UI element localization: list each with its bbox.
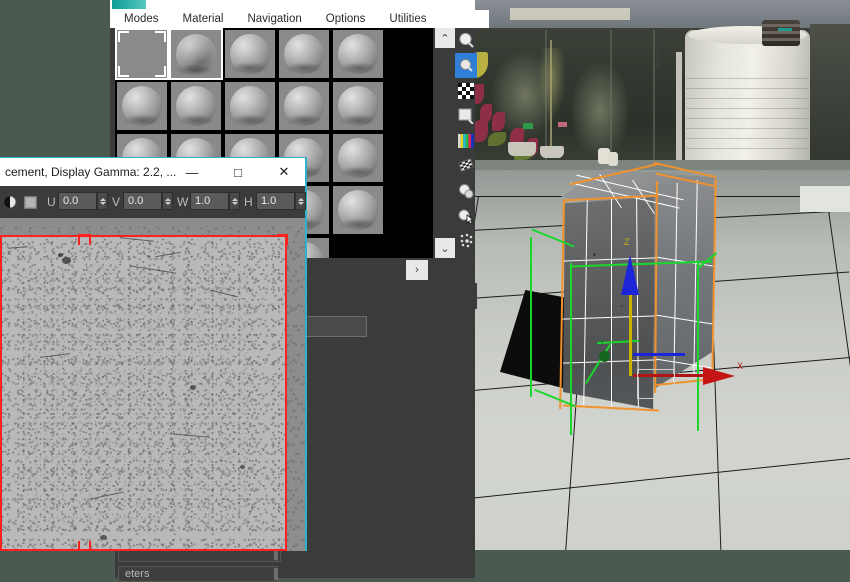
material-editor-tab[interactable] xyxy=(112,0,146,9)
background-checker-icon[interactable] xyxy=(455,78,477,103)
backlight-icon[interactable] xyxy=(455,53,477,78)
u-input[interactable]: 0.0 xyxy=(58,192,97,210)
material-slot[interactable] xyxy=(171,82,221,130)
menu-options[interactable]: Options xyxy=(326,11,366,27)
pink-item xyxy=(558,122,567,127)
gizmo-center-square[interactable] xyxy=(637,369,675,399)
h-spinner[interactable] xyxy=(295,192,306,210)
background-photo-right-wall xyxy=(810,24,850,170)
sample-uv-tiling-icon[interactable] xyxy=(455,103,477,128)
menu-utilities[interactable]: Utilities xyxy=(389,11,426,27)
bitmap-viewer-toolbar[interactable]: U 0.0 V 0.0 W 1.0 H 1.0 xyxy=(0,186,305,218)
scroll-right-button[interactable]: › xyxy=(406,260,428,280)
u-spinner[interactable] xyxy=(97,192,108,210)
uvw-gizmo-edge[interactable] xyxy=(697,263,699,431)
green-hose xyxy=(778,28,792,31)
material-slot[interactable] xyxy=(279,30,329,78)
bitmap-viewer-title: cement, Display Gamma: 2.2, ... xyxy=(5,165,176,179)
h-label: H xyxy=(244,195,253,209)
h-input[interactable]: 1.0 xyxy=(256,192,295,210)
toolbar-separator xyxy=(0,218,305,226)
material-slot[interactable] xyxy=(169,28,223,80)
bitmap-viewer-window[interactable]: cement, Display Gamma: 2.2, ... — □ ✕ U … xyxy=(0,157,307,551)
plant-flower xyxy=(492,112,505,131)
material-editor-side-toolbar[interactable] xyxy=(455,28,475,258)
minimize-button[interactable]: — xyxy=(170,158,214,186)
w-spinner[interactable] xyxy=(229,192,240,210)
material-slot[interactable] xyxy=(333,134,383,182)
box-right-face xyxy=(654,177,714,389)
options-icon[interactable] xyxy=(455,178,477,203)
material-slot[interactable] xyxy=(333,30,383,78)
plant-pot xyxy=(508,142,536,156)
wall-vine xyxy=(538,48,566,118)
select-by-material-icon[interactable] xyxy=(455,203,477,228)
menu-modes[interactable]: Modes xyxy=(124,11,159,27)
crop-selection-rect[interactable] xyxy=(0,235,287,551)
gizmo-xy-plane-handle[interactable] xyxy=(633,353,685,356)
floor-tile-light xyxy=(800,186,850,212)
material-slot[interactable] xyxy=(117,82,167,130)
green-item xyxy=(523,123,533,129)
material-slot[interactable] xyxy=(225,82,275,130)
material-editor-tabstrip xyxy=(110,0,475,10)
gizmo-z-arrow[interactable] xyxy=(621,255,639,295)
sample-type-sphere-icon[interactable] xyxy=(455,28,477,53)
gizmo-x-arrow[interactable] xyxy=(703,367,735,385)
texture-thumbnail-icon[interactable] xyxy=(24,196,37,214)
w-label: W xyxy=(177,195,188,209)
gizmo-y-label: Y xyxy=(599,337,605,347)
make-preview-icon[interactable] xyxy=(455,153,477,178)
material-slot[interactable] xyxy=(333,186,383,234)
plant-pot xyxy=(540,146,564,158)
wall-seam xyxy=(653,30,655,168)
scroll-down-button[interactable]: ⌄ xyxy=(435,238,455,258)
background-photo-pipe xyxy=(656,28,659,68)
gizmo-z-label: Z xyxy=(624,237,630,247)
crop-handle-top[interactable] xyxy=(78,234,91,245)
maximize-button[interactable]: □ xyxy=(216,158,260,186)
slot-grid-vertical-scrollbar[interactable]: ⌃ ⌄ xyxy=(435,28,455,258)
uvw-gizmo-edge[interactable] xyxy=(570,263,572,435)
video-color-check-icon[interactable] xyxy=(455,128,477,153)
water-tank-pipe xyxy=(676,52,682,170)
v-input[interactable]: 0.0 xyxy=(123,192,162,210)
small-white-object xyxy=(608,152,618,166)
material-slot[interactable] xyxy=(225,30,275,78)
v-label: V xyxy=(112,195,120,209)
material-id-channel-icon[interactable] xyxy=(455,228,477,253)
w-input[interactable]: 1.0 xyxy=(190,192,229,210)
selected-box-object[interactable]: Z X Y xyxy=(555,165,725,415)
gizmo-z-axis[interactable] xyxy=(629,290,632,376)
material-slot[interactable] xyxy=(279,82,329,130)
material-editor-menubar[interactable]: Modes Material Navigation Options Utilit… xyxy=(110,10,489,28)
close-button[interactable]: ✕ xyxy=(262,158,306,186)
v-spinner[interactable] xyxy=(162,192,173,210)
menu-material[interactable]: Material xyxy=(183,11,224,27)
material-slot[interactable] xyxy=(115,28,169,80)
material-slot[interactable] xyxy=(333,82,383,130)
bitmap-viewer-titlebar[interactable]: cement, Display Gamma: 2.2, ... — □ ✕ xyxy=(0,158,305,186)
background-photo-parapet xyxy=(510,8,630,20)
channel-display-icon[interactable] xyxy=(3,195,17,214)
wall-stain xyxy=(570,60,630,160)
crop-handle-top-right[interactable] xyxy=(277,234,288,245)
background-photo-water-tank xyxy=(685,30,810,170)
water-tank-drum xyxy=(762,20,800,46)
concrete-cement-texture[interactable] xyxy=(0,235,287,551)
u-label: U xyxy=(47,195,56,209)
perspective-viewport[interactable]: Z X Y xyxy=(470,0,850,550)
uvw-gizmo-edge[interactable] xyxy=(530,237,532,397)
rollout-grip xyxy=(274,568,278,580)
gizmo-x-label: X xyxy=(737,361,743,371)
menu-navigation[interactable]: Navigation xyxy=(247,11,301,27)
bitmap-preview-canvas[interactable] xyxy=(0,226,305,551)
bottom-rollout-2[interactable]: eters xyxy=(118,566,278,582)
scroll-up-button[interactable]: ⌃ xyxy=(435,28,455,48)
gizmo-y-handle[interactable] xyxy=(599,351,610,362)
